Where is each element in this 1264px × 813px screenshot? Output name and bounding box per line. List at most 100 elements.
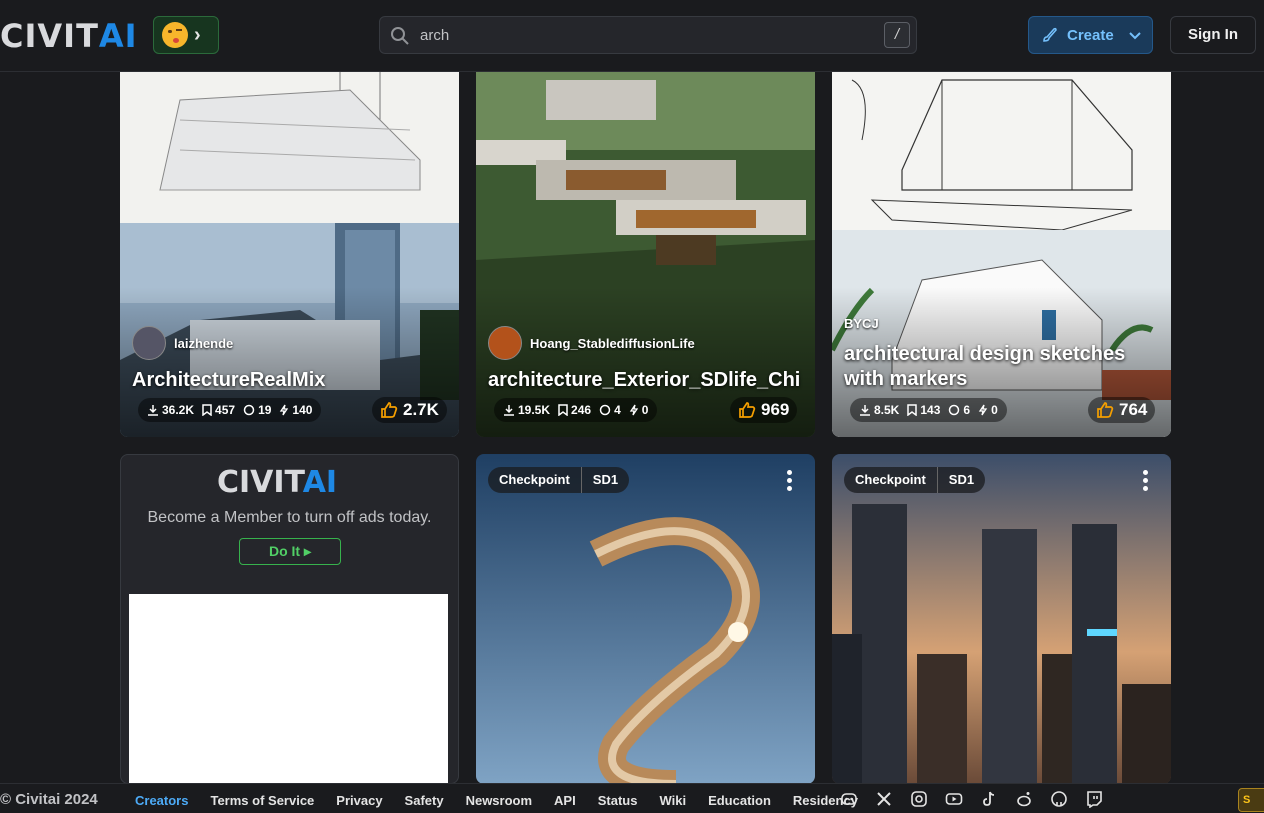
search-bar[interactable]: arch / bbox=[379, 16, 917, 54]
model-title: architectural design sketches with marke… bbox=[844, 342, 1125, 392]
creator-name: laizhende bbox=[174, 335, 234, 351]
model-stats: 19.5K 246 4 0 bbox=[494, 398, 658, 422]
bookmark-count: 457 bbox=[215, 403, 236, 417]
creator-link[interactable]: laizhende bbox=[132, 326, 233, 360]
ad-slot bbox=[129, 594, 448, 783]
creator-link[interactable]: BYCJ bbox=[844, 316, 879, 331]
thumbs-up-icon bbox=[381, 402, 398, 418]
play-arrow-icon: ▸ bbox=[303, 543, 312, 559]
footer-link[interactable]: Creators bbox=[124, 793, 199, 808]
bookmark-icon bbox=[907, 404, 918, 416]
footer-link[interactable]: Education bbox=[697, 793, 782, 808]
chevron-down-icon bbox=[1128, 32, 1141, 40]
footer-link[interactable]: Terms of Service bbox=[199, 793, 325, 808]
card-image bbox=[476, 454, 815, 784]
download-count: 36.2K bbox=[162, 403, 195, 417]
creator-link[interactable]: Hoang_StablediffusionLife bbox=[488, 326, 695, 360]
footer-link[interactable]: Safety bbox=[394, 793, 455, 808]
top-header: CIVIT AI › arch / Create Sign In bbox=[0, 0, 1264, 72]
footer-link[interactable]: API bbox=[543, 793, 587, 808]
create-button-label: Create bbox=[1067, 26, 1114, 44]
model-stats: 8.5K 143 6 0 bbox=[850, 398, 1007, 422]
twitch-icon[interactable] bbox=[1085, 790, 1103, 808]
footer-links: Creators Terms of Service Privacy Safety New… bbox=[124, 793, 869, 808]
model-card-checkpoint-spiral[interactable]: Checkpoint SD1 bbox=[476, 454, 815, 784]
bolt-icon bbox=[280, 404, 289, 416]
model-card-architecturerealmix[interactable]: laizhende ArchitectureRealMix 36.2K 457 … bbox=[120, 60, 459, 437]
youtube-icon[interactable] bbox=[945, 790, 963, 808]
model-card-checkpoint-city[interactable]: Checkpoint SD1 bbox=[832, 454, 1171, 784]
tip-count: 140 bbox=[292, 403, 313, 417]
support-label: S bbox=[1243, 794, 1251, 806]
download-count: 19.5K bbox=[518, 403, 551, 417]
avatar bbox=[488, 326, 522, 360]
comment-icon bbox=[243, 404, 255, 416]
type-badge: Checkpoint bbox=[499, 472, 570, 487]
discord-icon[interactable] bbox=[840, 790, 858, 808]
creator-name: Hoang_StablediffusionLife bbox=[530, 335, 695, 351]
copyright: © Civitai 2024 bbox=[0, 791, 98, 808]
like-badge: 969 bbox=[730, 397, 798, 423]
avatar bbox=[132, 326, 166, 360]
download-icon bbox=[148, 405, 158, 416]
footer-link[interactable]: Privacy bbox=[325, 793, 393, 808]
bookmark-icon bbox=[558, 404, 568, 416]
github-icon[interactable] bbox=[1050, 790, 1068, 808]
logo-text-civit: CIVIT bbox=[0, 17, 99, 55]
model-card-architecture-exterior[interactable]: Hoang_StablediffusionLife architecture_E… bbox=[476, 60, 815, 437]
x-icon[interactable] bbox=[875, 790, 893, 808]
membership-ad-card: CIVITAI Become a Member to turn off ads … bbox=[120, 454, 459, 784]
download-icon bbox=[860, 405, 870, 416]
tiktok-icon[interactable] bbox=[980, 790, 998, 808]
creator-name: BYCJ bbox=[844, 316, 879, 331]
kissing-face-icon bbox=[162, 22, 188, 48]
base-model-badge: SD1 bbox=[580, 467, 629, 493]
thumbs-up-icon bbox=[1097, 402, 1114, 418]
civitai-logo[interactable]: CIVIT AI bbox=[0, 17, 138, 55]
like-count: 969 bbox=[761, 400, 790, 419]
model-title: ArchitectureRealMix bbox=[132, 369, 326, 391]
footer-link[interactable]: Status bbox=[587, 793, 649, 808]
more-options-icon[interactable] bbox=[787, 470, 793, 491]
like-count: 2.7K bbox=[403, 400, 439, 419]
comment-count: 4 bbox=[614, 403, 621, 417]
search-icon bbox=[391, 27, 409, 45]
download-icon bbox=[504, 405, 514, 416]
comment-icon bbox=[599, 404, 611, 416]
emoji-menu-button[interactable]: › bbox=[153, 16, 219, 54]
instagram-icon[interactable] bbox=[910, 790, 928, 808]
chevron-right-icon: › bbox=[194, 24, 201, 46]
comment-count: 6 bbox=[963, 403, 971, 417]
logo-text-ai: AI bbox=[302, 465, 338, 500]
sign-in-button[interactable]: Sign In bbox=[1170, 16, 1256, 54]
tip-count: 0 bbox=[991, 403, 998, 417]
model-type-badges: Checkpoint SD1 bbox=[844, 467, 986, 493]
model-type-badges: Checkpoint SD1 bbox=[488, 467, 630, 493]
support-button[interactable]: S bbox=[1238, 788, 1264, 812]
do-it-label: Do It bbox=[268, 543, 301, 559]
like-badge: 2.7K bbox=[372, 397, 447, 423]
search-input[interactable]: arch bbox=[420, 27, 449, 44]
more-options-icon[interactable] bbox=[1143, 470, 1149, 491]
do-it-button[interactable]: Do It ▸ bbox=[239, 538, 341, 565]
base-model-badge: SD1 bbox=[936, 467, 985, 493]
bolt-icon bbox=[978, 404, 988, 416]
footer: © Civitai 2024 Creators Terms of Service P… bbox=[0, 783, 1264, 813]
create-button[interactable]: Create bbox=[1028, 16, 1153, 54]
model-title-line-2: with markers bbox=[844, 368, 968, 390]
footer-link[interactable]: Newsroom bbox=[455, 793, 543, 808]
brush-icon bbox=[1043, 27, 1057, 42]
reddit-icon[interactable] bbox=[1015, 790, 1033, 808]
comment-count: 19 bbox=[258, 403, 272, 417]
like-count: 764 bbox=[1119, 400, 1148, 419]
footer-link[interactable]: Wiki bbox=[648, 793, 697, 808]
model-title: architecture_Exterior_SDlife_Chi bbox=[488, 369, 801, 391]
bookmark-count: 246 bbox=[571, 403, 592, 417]
model-title-line-1: architectural design sketches bbox=[844, 343, 1126, 365]
civitai-ad-logo: CIVITAI bbox=[217, 465, 337, 500]
ad-message: Become a Member to turn off ads today. bbox=[147, 509, 432, 526]
model-stats: 36.2K 457 19 140 bbox=[138, 398, 322, 422]
bookmark-icon bbox=[202, 404, 212, 416]
model-card-architectural-sketches[interactable]: BYCJ architectural design sketches with … bbox=[832, 60, 1171, 437]
bolt-icon bbox=[629, 404, 638, 416]
